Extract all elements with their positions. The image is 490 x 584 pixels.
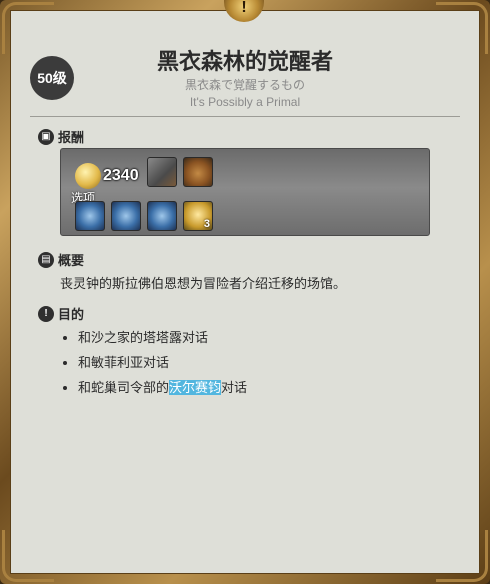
objective-text-suffix: 对话 (221, 380, 248, 395)
book-icon: ▤ (38, 251, 54, 268)
objective-text-prefix: 和蛇巢司令部的 (78, 380, 170, 395)
objectives-heading: ! 目的 (38, 304, 84, 323)
chest-icon: ▣ (38, 128, 54, 145)
reward-item-tool-icon[interactable] (147, 157, 177, 187)
quest-subtitle-english: It's Possibly a Primal (189, 95, 301, 109)
summary-text: 丧灵钟的斯拉佛伯恩想为冒险者介绍迁移的场馆。 (60, 276, 347, 291)
objective-item: 和敏菲利亚对话 (78, 353, 247, 378)
corner-ornament-bottom-left (2, 530, 54, 582)
reward-item-mount-icon[interactable] (183, 157, 213, 187)
gil-reward[interactable]: 2340 (75, 163, 139, 189)
rewards-heading: ▣ 报酬 (38, 127, 84, 146)
npc-name-highlight[interactable]: 沃尔赛钧 (169, 380, 222, 395)
summary-heading-label: 概要 (58, 253, 85, 268)
summary-heading: ▤ 概要 (38, 250, 84, 269)
corner-ornament-bottom-right (436, 530, 488, 582)
item-quantity: 3 (203, 218, 210, 230)
option-item-materia-icon[interactable] (75, 201, 105, 231)
objectives-list: 和沙之家的塔塔露对话 和敏菲利亚对话 和蛇巢司令部的沃尔赛钧对话 (60, 328, 247, 403)
objectives-heading-label: 目的 (58, 307, 85, 322)
option-item-materia-icon[interactable] (111, 201, 141, 231)
objective-item: 和蛇巢司令部的沃尔赛钧对话 (78, 378, 247, 403)
objective-item: 和沙之家的塔塔露对话 (78, 328, 247, 353)
rewards-box: 2340 选项 3 (60, 148, 430, 236)
rewards-heading-label: 报酬 (58, 130, 85, 145)
quest-subtitle-japanese: 黒衣森で覚醒するもの (184, 78, 305, 92)
exclamation-icon: ! (38, 305, 54, 322)
gil-amount: 2340 (103, 167, 139, 184)
option-item-potion-icon[interactable]: 3 (183, 201, 213, 231)
quest-title: 黑衣森林的觉醒者 (156, 49, 333, 74)
option-item-materia-icon[interactable] (147, 201, 177, 231)
title-divider (30, 116, 460, 117)
gil-coin-icon (75, 163, 101, 189)
